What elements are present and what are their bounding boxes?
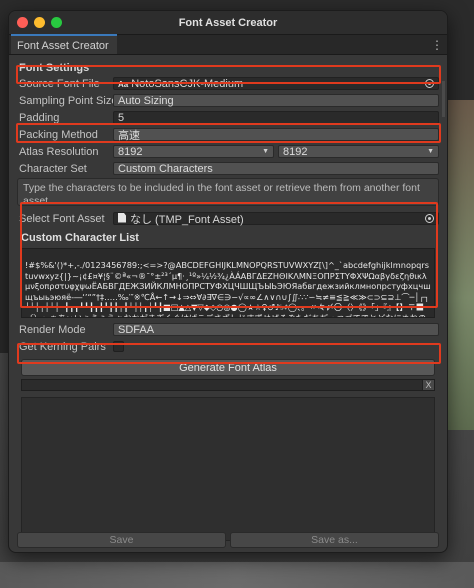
tab-bar: Font Asset Creator ⋮ <box>9 34 447 55</box>
source-font-file-row: Source Font File Aa NotoSansCJK-Medium <box>17 76 439 91</box>
object-picker-icon[interactable] <box>425 79 434 88</box>
select-font-asset-field[interactable]: なし (TMP_Font Asset) <box>113 212 439 226</box>
atlas-width-dropdown[interactable]: 8192 ▼ <box>113 145 274 158</box>
title-bar: Font Asset Creator <box>9 11 447 35</box>
generate-font-atlas-button[interactable]: Generate Font Atlas <box>21 359 435 376</box>
get-kerning-pairs-checkbox[interactable] <box>113 341 124 352</box>
padding-row: Padding 5 <box>17 110 439 125</box>
tab-menu-icon[interactable]: ⋮ <box>431 38 443 52</box>
window-title: Font Asset Creator <box>178 16 278 29</box>
character-set-label: Character Set <box>19 162 87 175</box>
packing-method-label: Packing Method <box>19 128 98 141</box>
chevron-down-icon: ▼ <box>427 148 434 155</box>
atlas-height-dropdown[interactable]: 8192 ▼ <box>278 145 439 158</box>
packing-method-value: 高速 <box>118 129 140 142</box>
character-set-row: Character Set Custom Characters <box>17 161 439 176</box>
custom-character-list-title: Custom Character List <box>21 232 139 244</box>
character-set-value: Custom Characters <box>118 162 213 175</box>
save-button[interactable]: Save <box>17 532 226 548</box>
window-controls <box>17 17 62 28</box>
get-kerning-pairs-row: Get Kerning Pairs <box>17 339 439 354</box>
atlas-output-log <box>21 397 435 541</box>
get-kerning-pairs-label: Get Kerning Pairs <box>19 340 106 353</box>
packing-method-dropdown[interactable]: 高速 <box>113 128 439 142</box>
atlas-resolution-row: Atlas Resolution 8192 ▼ 8192 ▼ <box>17 144 439 159</box>
select-font-asset-row: Select Font Asset なし (TMP_Font Asset) <box>17 211 439 226</box>
character-set-dropdown[interactable]: Custom Characters <box>113 162 439 175</box>
object-picker-icon[interactable] <box>425 214 434 223</box>
chevron-down-icon: ▼ <box>262 148 269 155</box>
sampling-point-size-dropdown[interactable]: Auto Sizing <box>113 94 439 107</box>
close-window-button[interactable] <box>17 17 28 28</box>
tab-font-asset-creator[interactable]: Font Asset Creator <box>11 34 117 54</box>
render-mode-label: Render Mode <box>19 323 86 336</box>
zoom-window-button[interactable] <box>51 17 62 28</box>
render-mode-row: Render Mode SDFAA <box>17 322 439 337</box>
scrollbar[interactable] <box>442 81 445 117</box>
sampling-point-size-row: Sampling Point Size Auto Sizing <box>17 93 439 108</box>
minimize-window-button[interactable] <box>34 17 45 28</box>
source-font-file-label: Source Font File <box>19 77 100 90</box>
sampling-point-size-value: Auto Sizing <box>118 94 174 107</box>
scene-background-right <box>444 100 474 430</box>
render-mode-dropdown[interactable]: SDFAA <box>113 323 439 336</box>
save-as-button[interactable]: Save as... <box>230 532 439 548</box>
document-icon <box>118 212 126 223</box>
atlas-resolution-label: Atlas Resolution <box>19 145 99 158</box>
custom-character-list-textarea[interactable]: !#$%&'()*+,-./0123456789:;<=>?@ABCDEFGHI… <box>21 248 435 318</box>
padding-input[interactable]: 5 <box>113 111 439 124</box>
render-mode-value: SDFAA <box>118 323 155 336</box>
atlas-width-value: 8192 <box>118 145 143 158</box>
generation-progress-bar: X <box>21 379 435 391</box>
font-file-icon: Aa <box>118 79 129 89</box>
font-asset-creator-window: Font Asset Creator Font Asset Creator ⋮ … <box>8 10 448 553</box>
source-font-file-value: NotoSansCJK-Medium <box>131 77 244 90</box>
source-font-file-field[interactable]: Aa NotoSansCJK-Medium <box>113 77 439 90</box>
select-font-asset-label: Select Font Asset <box>19 212 105 225</box>
font-settings-header: Font Settings <box>19 62 90 74</box>
save-buttons-row: Save Save as... <box>17 532 439 548</box>
character-set-help-text: Type the characters to be included in th… <box>17 178 439 207</box>
inspector-content: Font Settings Source Font File Aa NotoSan… <box>9 55 447 541</box>
cancel-generation-button[interactable]: X <box>422 380 434 390</box>
scene-background-bottom <box>0 562 474 588</box>
padding-label: Padding <box>19 111 60 124</box>
packing-method-row: Packing Method 高速 <box>17 127 439 142</box>
sampling-point-size-label: Sampling Point Size <box>19 94 118 107</box>
atlas-height-value: 8192 <box>283 145 308 158</box>
select-font-asset-value: なし (TMP_Font Asset) <box>130 213 244 226</box>
